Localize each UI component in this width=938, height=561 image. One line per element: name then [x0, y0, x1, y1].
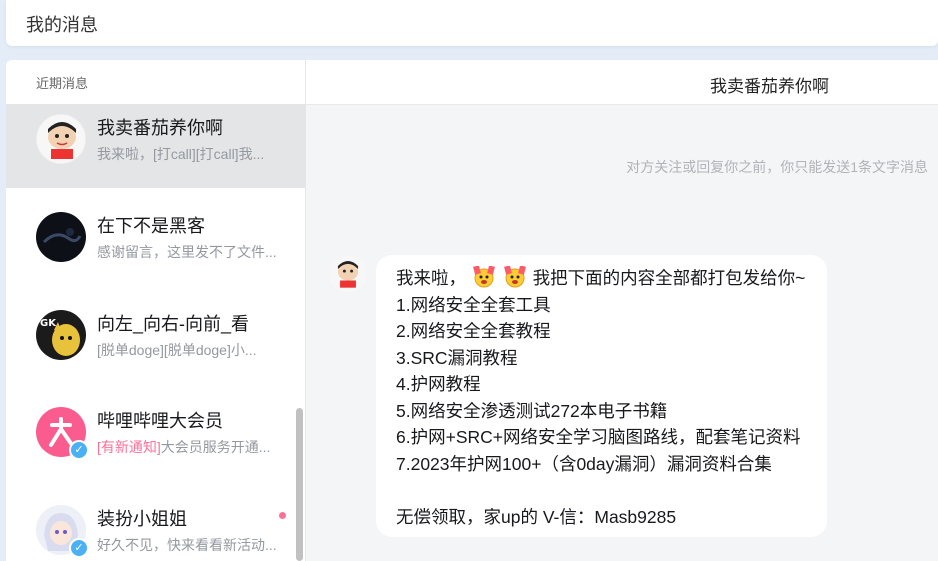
- svg-text:GK: GK: [40, 318, 57, 329]
- message-line: 1.网络安全全套工具: [396, 294, 551, 315]
- conversation-item[interactable]: 在下不是黑客 感谢留言，这里发不了文件...: [6, 202, 305, 286]
- conversation-item[interactable]: GK 向左_向右-向前_看 [脱单doge][脱单doge]小...: [6, 300, 305, 384]
- avatar: [36, 114, 86, 164]
- message-line: 5.网络安全渗透测试272本电子书籍: [396, 400, 668, 421]
- conversation-name: 向左_向右-向前_看: [97, 314, 250, 334]
- send-limit-notice: 对方关注或回复你之前，你只能发送1条文字消息: [626, 159, 928, 175]
- avatar: GK: [36, 310, 86, 360]
- message-line: 6.护网+SRC+网络安全学习脑图路线，配套笔记资料: [396, 427, 801, 447]
- message-line: 4.护网教程: [396, 374, 481, 394]
- conversation-preview: 我来啦，[打call][打call]我...: [97, 146, 265, 162]
- message-line: 3.SRC漏洞教程: [396, 347, 518, 368]
- message-bubble[interactable]: 我来啦， 我把下面的内容全部都打包发给你~ 1.网络安全全套工具 2.网络安全全…: [376, 255, 827, 537]
- verified-badge-icon: ✓: [69, 538, 89, 558]
- message-panel: 近期消息 我卖番茄养你啊 我来啦，[打call][打call]我... 在下不是…: [6, 60, 938, 561]
- sidebar-header: 近期消息: [6, 60, 305, 105]
- conversation-sidebar: 近期消息 我卖番茄养你啊 我来啦，[打call][打call]我... 在下不是…: [6, 60, 306, 561]
- sidebar-heading: 近期消息: [36, 76, 89, 91]
- cheer-emoji-icon: [472, 266, 495, 288]
- preview-text: 大会员服务开通...: [160, 439, 271, 455]
- conversation-name: 装扮小姐姐: [97, 509, 187, 529]
- conversation-item[interactable]: 我卖番茄养你啊 我来啦，[打call][打call]我...: [6, 104, 305, 188]
- notice-tag: [有新通知]: [97, 439, 161, 455]
- message-footer: 无偿领取，家up的 V-信：Masb9285: [396, 506, 677, 527]
- chat-title: 我卖番茄养你啊: [710, 77, 829, 96]
- chat-header: 我卖番茄养你啊: [306, 60, 938, 105]
- message-intro: 我来啦，: [396, 268, 466, 288]
- cheer-emoji-icon: [503, 266, 526, 288]
- conversation-preview: 感谢留言，这里发不了文件...: [97, 244, 277, 260]
- verified-badge-icon: ✓: [69, 440, 89, 460]
- conversation-name: 哔哩哔哩大会员: [97, 411, 223, 431]
- conversation-preview: [有新通知]大会员服务开通...: [97, 437, 292, 457]
- chat-area: 我卖番茄养你啊 对方关注或回复你之前，你只能发送1条文字消息 我来啦， 我把下面…: [306, 60, 938, 561]
- conversation-item[interactable]: ✓ 哔哩哔哩大会员 [有新通知]大会员服务开通...: [6, 397, 305, 481]
- unread-dot: [279, 512, 286, 519]
- conversation-preview: [脱单doge][脱单doge]小...: [97, 342, 257, 358]
- conversation-item[interactable]: ✓ 装扮小姐姐 好久不见，快来看看新活动...: [6, 495, 305, 561]
- message-intro-tail: 我把下面的内容全部都打包发给你~: [532, 268, 806, 288]
- conversation-name: 在下不是黑客: [97, 216, 205, 236]
- sidebar-scrollbar[interactable]: [296, 408, 303, 561]
- message-line: 2.网络安全全套教程: [396, 321, 551, 341]
- top-bar: 我的消息: [6, 0, 938, 46]
- conversation-preview: 好久不见，快来看看新活动...: [97, 537, 277, 553]
- page-title: 我的消息: [26, 15, 98, 35]
- avatar: [36, 212, 86, 262]
- conversation-name: 我卖番茄养你啊: [97, 118, 223, 138]
- avatar[interactable]: [330, 256, 366, 292]
- message-intro-line: 我来啦， 我把下面的内容全部都打包发给你~: [396, 265, 807, 292]
- message-line: 7.2023年护网100+（含0day漏洞）漏洞资料合集: [396, 453, 772, 474]
